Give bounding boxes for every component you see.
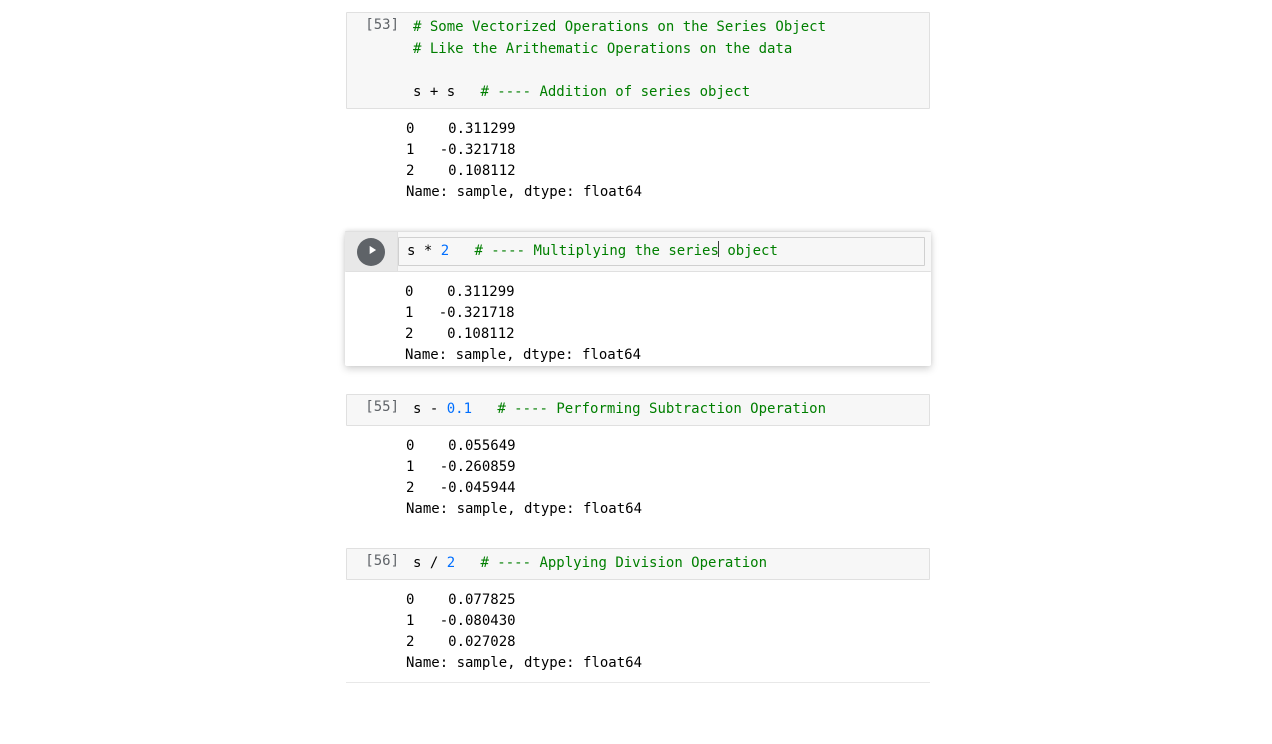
text-caret: [718, 241, 719, 256]
output-row: 0 0.311299 1 -0.321718 2 0.108112 Name: …: [346, 109, 930, 203]
code-cell-active: s * 2 # ---- Multiplying the series obje…: [345, 231, 931, 367]
code-comment: # Some Vectorized Operations on the Seri…: [413, 19, 826, 35]
code-cell-56: [56] s / 2 # ---- Applying Division Oper…: [346, 548, 930, 683]
output-row: 0 0.055649 1 -0.260859 2 -0.045944 Name:…: [346, 426, 930, 520]
play-icon: [363, 243, 379, 261]
code-comment: # ---- Applying Division Operation: [480, 555, 767, 571]
code-comment: # Like the Arithematic Operations on the…: [413, 41, 792, 57]
execution-count-label: [55]: [347, 395, 405, 419]
code-editor[interactable]: # Some Vectorized Operations on the Seri…: [405, 13, 929, 108]
input-row[interactable]: [56] s / 2 # ---- Applying Division Oper…: [346, 548, 930, 580]
code-comment: # ---- Performing Subtraction Operation: [497, 401, 826, 417]
run-button[interactable]: [357, 238, 385, 266]
input-row[interactable]: [53] # Some Vectorized Operations on the…: [346, 12, 930, 109]
code-expression: s -: [413, 401, 447, 417]
code-comment: object: [719, 243, 778, 259]
code-spacing: [472, 401, 497, 417]
cell-output: 0 0.311299 1 -0.321718 2 0.108112 Name: …: [398, 119, 930, 203]
cell-output: 0 0.311299 1 -0.321718 2 0.108112 Name: …: [397, 282, 931, 366]
code-expression: s *: [407, 243, 441, 259]
code-expression: s + s: [413, 84, 480, 100]
code-editor[interactable]: s - 0.1 # ---- Performing Subtraction Op…: [405, 395, 929, 425]
code-editor[interactable]: s / 2 # ---- Applying Division Operation: [405, 549, 929, 579]
cell-output: 0 0.055649 1 -0.260859 2 -0.045944 Name:…: [398, 436, 930, 520]
code-comment: # ---- Multiplying the series: [474, 243, 718, 259]
cell-output: 0 0.077825 1 -0.080430 2 0.027028 Name: …: [398, 590, 930, 674]
input-row[interactable]: [55] s - 0.1 # ---- Performing Subtracti…: [346, 394, 930, 426]
code-number-literal: 2: [441, 243, 449, 259]
code-number-literal: 2: [447, 555, 455, 571]
code-spacing: [449, 243, 474, 259]
notebook-container: [53] # Some Vectorized Operations on the…: [346, 12, 930, 683]
code-comment: # ---- Addition of series object: [480, 84, 750, 100]
run-cell-gutter: [345, 232, 398, 272]
code-cell-55: [55] s - 0.1 # ---- Performing Subtracti…: [346, 394, 930, 520]
execution-count-label: [56]: [347, 549, 405, 573]
output-row: 0 0.077825 1 -0.080430 2 0.027028 Name: …: [346, 580, 930, 674]
code-spacing: [455, 555, 480, 571]
execution-count-label: [53]: [347, 13, 405, 37]
output-row: 0 0.311299 1 -0.321718 2 0.108112 Name: …: [345, 272, 931, 366]
code-cell-53: [53] # Some Vectorized Operations on the…: [346, 12, 930, 203]
code-expression: s /: [413, 555, 447, 571]
input-row[interactable]: s * 2 # ---- Multiplying the series obje…: [345, 231, 931, 273]
code-editor[interactable]: s * 2 # ---- Multiplying the series obje…: [398, 237, 925, 267]
code-number-literal: 0.1: [447, 401, 472, 417]
